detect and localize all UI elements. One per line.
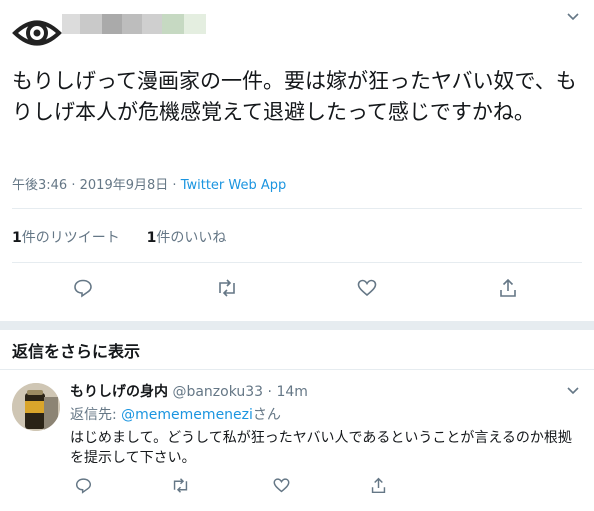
tweet-time[interactable]: 午後3:46: [12, 178, 67, 193]
section-separator: [0, 321, 594, 330]
divider: [0, 369, 594, 370]
tweet-menu-chevron-icon[interactable]: [566, 10, 580, 26]
like-count: 1: [146, 230, 157, 246]
more-replies-heading: 返信をさらに表示: [12, 342, 141, 361]
profile-avatar-eye-icon[interactable]: [12, 10, 62, 56]
blurred-display-name: [62, 14, 212, 34]
reply-separator: ·: [267, 384, 272, 400]
retweet-icon[interactable]: [216, 277, 238, 299]
reply-to-line: 返信先: @memememeneziさん: [70, 404, 281, 424]
reply-icon[interactable]: [72, 277, 94, 299]
divider: [12, 262, 582, 263]
like-heart-icon[interactable]: [356, 277, 378, 299]
reply-to-mention[interactable]: @memememenezi: [121, 407, 253, 423]
divider: [12, 208, 582, 209]
meta-separator: ·: [172, 178, 177, 193]
reply-text: はじめまして。どうして私が狂ったヤバい人であるということが言えるのか根拠を提示し…: [70, 430, 572, 466]
reply-menu-chevron-icon[interactable]: [566, 384, 580, 400]
tweet-source-app[interactable]: Twitter Web App: [181, 178, 287, 193]
retweet-count: 1: [12, 230, 22, 246]
reply-header: もりしげの身内 @banzoku33 · 14m: [70, 381, 308, 401]
tweet-stats: 1件のリツイート 1件のいいね: [12, 227, 226, 247]
reply-avatar[interactable]: [12, 383, 60, 431]
tweet-meta: 午後3:46 · 2019年9月8日 · Twitter Web App: [12, 174, 286, 193]
reply-reply-icon[interactable]: [72, 474, 94, 496]
share-icon[interactable]: [497, 277, 519, 299]
like-stat-label: 件のいいね: [156, 230, 227, 246]
reply-share-icon[interactable]: [367, 474, 389, 496]
reply-to-label: 返信先:: [70, 407, 117, 423]
meta-separator: ·: [71, 178, 76, 193]
like-stat[interactable]: 1件のいいね: [147, 230, 227, 246]
reply-time[interactable]: 14m: [276, 384, 307, 400]
reply-like-heart-icon[interactable]: [270, 474, 292, 496]
retweet-stat-label: 件のリツイート: [21, 230, 120, 246]
tweet-text: もりしげって漫画家の一件。要は嫁が狂ったヤバい奴で、もりしげ本人が危機感覚えて退…: [12, 69, 577, 124]
tweet-date[interactable]: 2019年9月8日: [80, 178, 169, 193]
reply-author-handle[interactable]: @banzoku33: [172, 384, 263, 400]
reply-author-name[interactable]: もりしげの身内: [70, 384, 168, 400]
reply-to-suffix: さん: [252, 407, 281, 423]
retweet-stat[interactable]: 1件のリツイート: [12, 230, 120, 246]
reply-retweet-icon[interactable]: [169, 474, 191, 496]
